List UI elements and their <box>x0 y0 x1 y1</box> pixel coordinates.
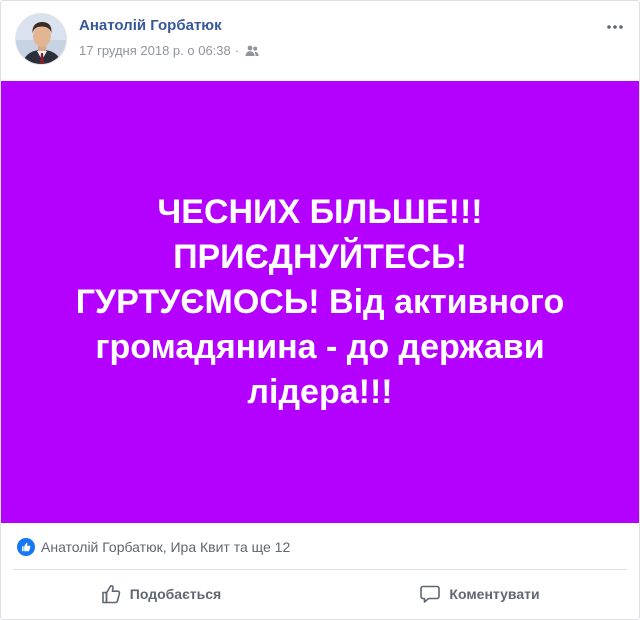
post-image-text: ЧЕСНИХ БІЛЬШЕ!!! ПРИЄДНУЙТЕСЬ! ГУРТУЄМОС… <box>75 192 565 411</box>
post-image[interactable]: ЧЕСНИХ БІЛЬШЕ!!! ПРИЄДНУЙТЕСЬ! ГУРТУЄМОС… <box>1 81 639 523</box>
like-button[interactable]: Подобається <box>1 571 320 617</box>
actions-divider <box>13 569 627 570</box>
avatar-photo <box>16 14 66 64</box>
thumbs-up-glyph <box>22 542 31 552</box>
post-actions: Подобається Коментувати <box>1 571 639 617</box>
friends-icon[interactable] <box>245 45 259 57</box>
more-options-dots <box>607 25 623 29</box>
facebook-post: Анатолій Горбатюк 17 грудня 2018 р. о 06… <box>0 0 640 620</box>
thumbs-up-icon <box>101 585 121 604</box>
comment-button-label: Коментувати <box>449 586 540 602</box>
author-name-link[interactable]: Анатолій Горбатюк <box>79 17 222 34</box>
like-button-label: Подобається <box>129 586 222 602</box>
meta-separator: · <box>234 43 240 58</box>
post-meta: 17 грудня 2018 р. о 06:38 · <box>79 43 259 58</box>
more-options-icon[interactable] <box>605 17 625 37</box>
reactions-summary: Анатолій Горбатюк, Ира Квит та ще 12 <box>1 525 639 569</box>
like-reaction-icon[interactable] <box>17 538 35 556</box>
author-avatar[interactable] <box>15 13 67 65</box>
comment-button[interactable]: Коментувати <box>320 571 639 617</box>
comment-icon <box>420 585 441 603</box>
reactions-names-link[interactable]: Анатолій Горбатюк, Ира Квит та ще 12 <box>41 539 290 555</box>
post-timestamp[interactable]: 17 грудня 2018 р. о 06:38 <box>79 43 231 58</box>
post-header: Анатолій Горбатюк 17 грудня 2018 р. о 06… <box>1 1 639 81</box>
